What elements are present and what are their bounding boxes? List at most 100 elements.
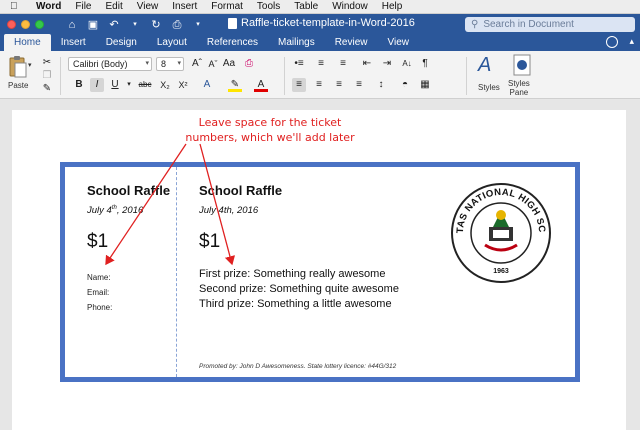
line-spacing-icon[interactable]: ↕: [374, 78, 388, 92]
paste-options-icon[interactable]: ▾: [28, 61, 32, 69]
ticket-tear-line: [176, 167, 177, 377]
menu-format[interactable]: Format: [211, 1, 243, 12]
decrease-indent-icon[interactable]: ⇤: [360, 57, 374, 71]
tab-insert[interactable]: Insert: [51, 37, 96, 51]
paste-icon[interactable]: [8, 55, 28, 79]
mac-menu-bar:  Word File Edit View Insert Format Tool…: [0, 0, 640, 14]
menu-file[interactable]: File: [75, 1, 91, 12]
document-title-text: Raffle-ticket-template-in-Word-2016: [241, 17, 415, 29]
styles-icon[interactable]: A: [478, 54, 491, 77]
font-size-value: 8: [161, 59, 167, 69]
strikethrough-button[interactable]: abc: [138, 78, 152, 92]
document-icon: [228, 17, 237, 29]
show-formatting-icon[interactable]: ¶: [418, 57, 432, 71]
multilevel-list-icon[interactable]: ≡: [336, 57, 350, 71]
ticket-price: $1: [199, 231, 221, 252]
chevron-down-icon: ▾: [145, 60, 149, 67]
styles-pane-icon[interactable]: [512, 54, 532, 76]
styles-pane-label[interactable]: Styles Pane: [508, 79, 530, 97]
stub-date-main: July 4: [87, 205, 112, 217]
ticket-title: School Raffle: [199, 183, 283, 198]
window-title-bar: ⌂ ▣ ↶ ▾ ↻ ⎙ ▾ Raffle-ticket-template-in-…: [0, 14, 640, 35]
font-name-value: Calibri (Body): [73, 59, 128, 69]
shading-icon[interactable]: ◓: [398, 78, 412, 92]
user-account-icon[interactable]: [606, 36, 618, 48]
align-center-button[interactable]: ≡: [312, 78, 326, 92]
menu-table[interactable]: Table: [294, 1, 318, 12]
font-color-icon[interactable]: A: [254, 78, 268, 92]
undo-icon[interactable]: ↶: [108, 19, 120, 31]
menu-view[interactable]: View: [137, 1, 159, 12]
close-window-button[interactable]: [7, 20, 16, 29]
ribbon-separator: [60, 57, 61, 95]
superscript-button[interactable]: X²: [176, 78, 190, 92]
search-input[interactable]: ⚲ Search in Document: [465, 17, 635, 32]
font-size-select[interactable]: 8 ▾: [156, 57, 184, 71]
ribbon-separator: [284, 57, 285, 95]
raffle-ticket[interactable]: School Raffle July 4th, 2016 $1 Name: Em…: [60, 162, 580, 382]
stub-email-label: Email:: [87, 288, 110, 297]
menu-edit[interactable]: Edit: [106, 1, 123, 12]
document-title: Raffle-ticket-template-in-Word-2016: [228, 17, 415, 29]
redo-icon[interactable]: ↻: [150, 19, 162, 31]
menu-insert[interactable]: Insert: [172, 1, 197, 12]
shrink-font-icon[interactable]: Aˇ: [206, 57, 220, 71]
home-icon[interactable]: ⌂: [66, 19, 78, 31]
tab-view[interactable]: View: [378, 37, 420, 51]
seal-year: 1963: [493, 268, 509, 275]
format-painter-icon[interactable]: ✎: [40, 82, 54, 96]
tab-home[interactable]: Home: [4, 34, 51, 51]
annotation-line-2: numbers, which we'll add later: [185, 131, 355, 144]
clear-formatting-icon[interactable]: ⎙: [242, 57, 256, 71]
quick-access-toolbar: ⌂ ▣ ↶ ▾ ↻ ⎙ ▾: [66, 19, 204, 31]
ribbon-home: ▾ Paste ✂ ❐ ✎ Calibri (Body) ▾ 8 ▾ Aˆ Aˇ…: [0, 51, 640, 99]
ticket-footer: Promoted by: John D Awesomeness. State l…: [199, 363, 397, 370]
tab-design[interactable]: Design: [96, 37, 147, 51]
borders-icon[interactable]: ▦: [418, 78, 432, 92]
save-icon[interactable]: ▣: [87, 19, 99, 31]
zoom-window-button[interactable]: [35, 20, 44, 29]
apple-icon[interactable]: : [10, 1, 24, 12]
underline-options-icon[interactable]: ▾: [122, 78, 136, 92]
print-icon[interactable]: ⎙: [171, 19, 183, 31]
bold-button[interactable]: B: [72, 78, 86, 92]
align-left-button[interactable]: ≡: [292, 78, 306, 92]
stub-price: $1: [87, 231, 109, 252]
paste-label[interactable]: Paste: [8, 81, 28, 90]
tab-review[interactable]: Review: [325, 37, 378, 51]
menu-tools[interactable]: Tools: [257, 1, 280, 12]
stub-name-label: Name:: [87, 273, 111, 282]
menu-help[interactable]: Help: [382, 1, 403, 12]
customize-toolbar-icon[interactable]: ▾: [192, 19, 204, 31]
minimize-window-button[interactable]: [21, 20, 30, 29]
underline-button[interactable]: U: [108, 78, 122, 92]
menu-app-word[interactable]: Word: [36, 1, 61, 12]
ribbon-tabs: Home Insert Design Layout References Mai…: [0, 34, 640, 51]
change-case-icon[interactable]: Aa: [222, 57, 236, 71]
cut-icon[interactable]: ✂: [40, 56, 54, 70]
collapse-ribbon-icon[interactable]: ▴: [629, 36, 634, 47]
first-prize: First prize: Something really awesome: [199, 268, 386, 280]
font-name-select[interactable]: Calibri (Body) ▾: [68, 57, 152, 71]
numbering-icon[interactable]: ≡: [314, 57, 328, 71]
stub-date: July 4th, 2016: [87, 205, 143, 216]
chevron-down-icon[interactable]: ▾: [129, 19, 141, 31]
sort-icon[interactable]: A↓: [400, 57, 414, 71]
align-right-button[interactable]: ≡: [332, 78, 346, 92]
bullets-icon[interactable]: •≡: [292, 57, 306, 71]
copy-icon[interactable]: ❐: [40, 69, 54, 83]
tab-mailings[interactable]: Mailings: [268, 37, 325, 51]
increase-indent-icon[interactable]: ⇥: [380, 57, 394, 71]
grow-font-icon[interactable]: Aˆ: [190, 57, 204, 71]
italic-button[interactable]: I: [90, 78, 104, 92]
school-seal-logo: NAVOTAS NATIONAL HIGH SCHOOL 1963: [449, 181, 551, 283]
highlight-color-icon[interactable]: ✎: [228, 78, 242, 92]
third-prize: Third prize: Something a little awesome: [199, 298, 392, 310]
menu-window[interactable]: Window: [332, 1, 368, 12]
tab-references[interactable]: References: [197, 37, 268, 51]
styles-label[interactable]: Styles: [478, 83, 500, 92]
justify-button[interactable]: ≡: [352, 78, 366, 92]
subscript-button[interactable]: X₂: [158, 78, 172, 92]
tab-layout[interactable]: Layout: [147, 37, 197, 51]
text-effects-icon[interactable]: A: [200, 78, 214, 92]
